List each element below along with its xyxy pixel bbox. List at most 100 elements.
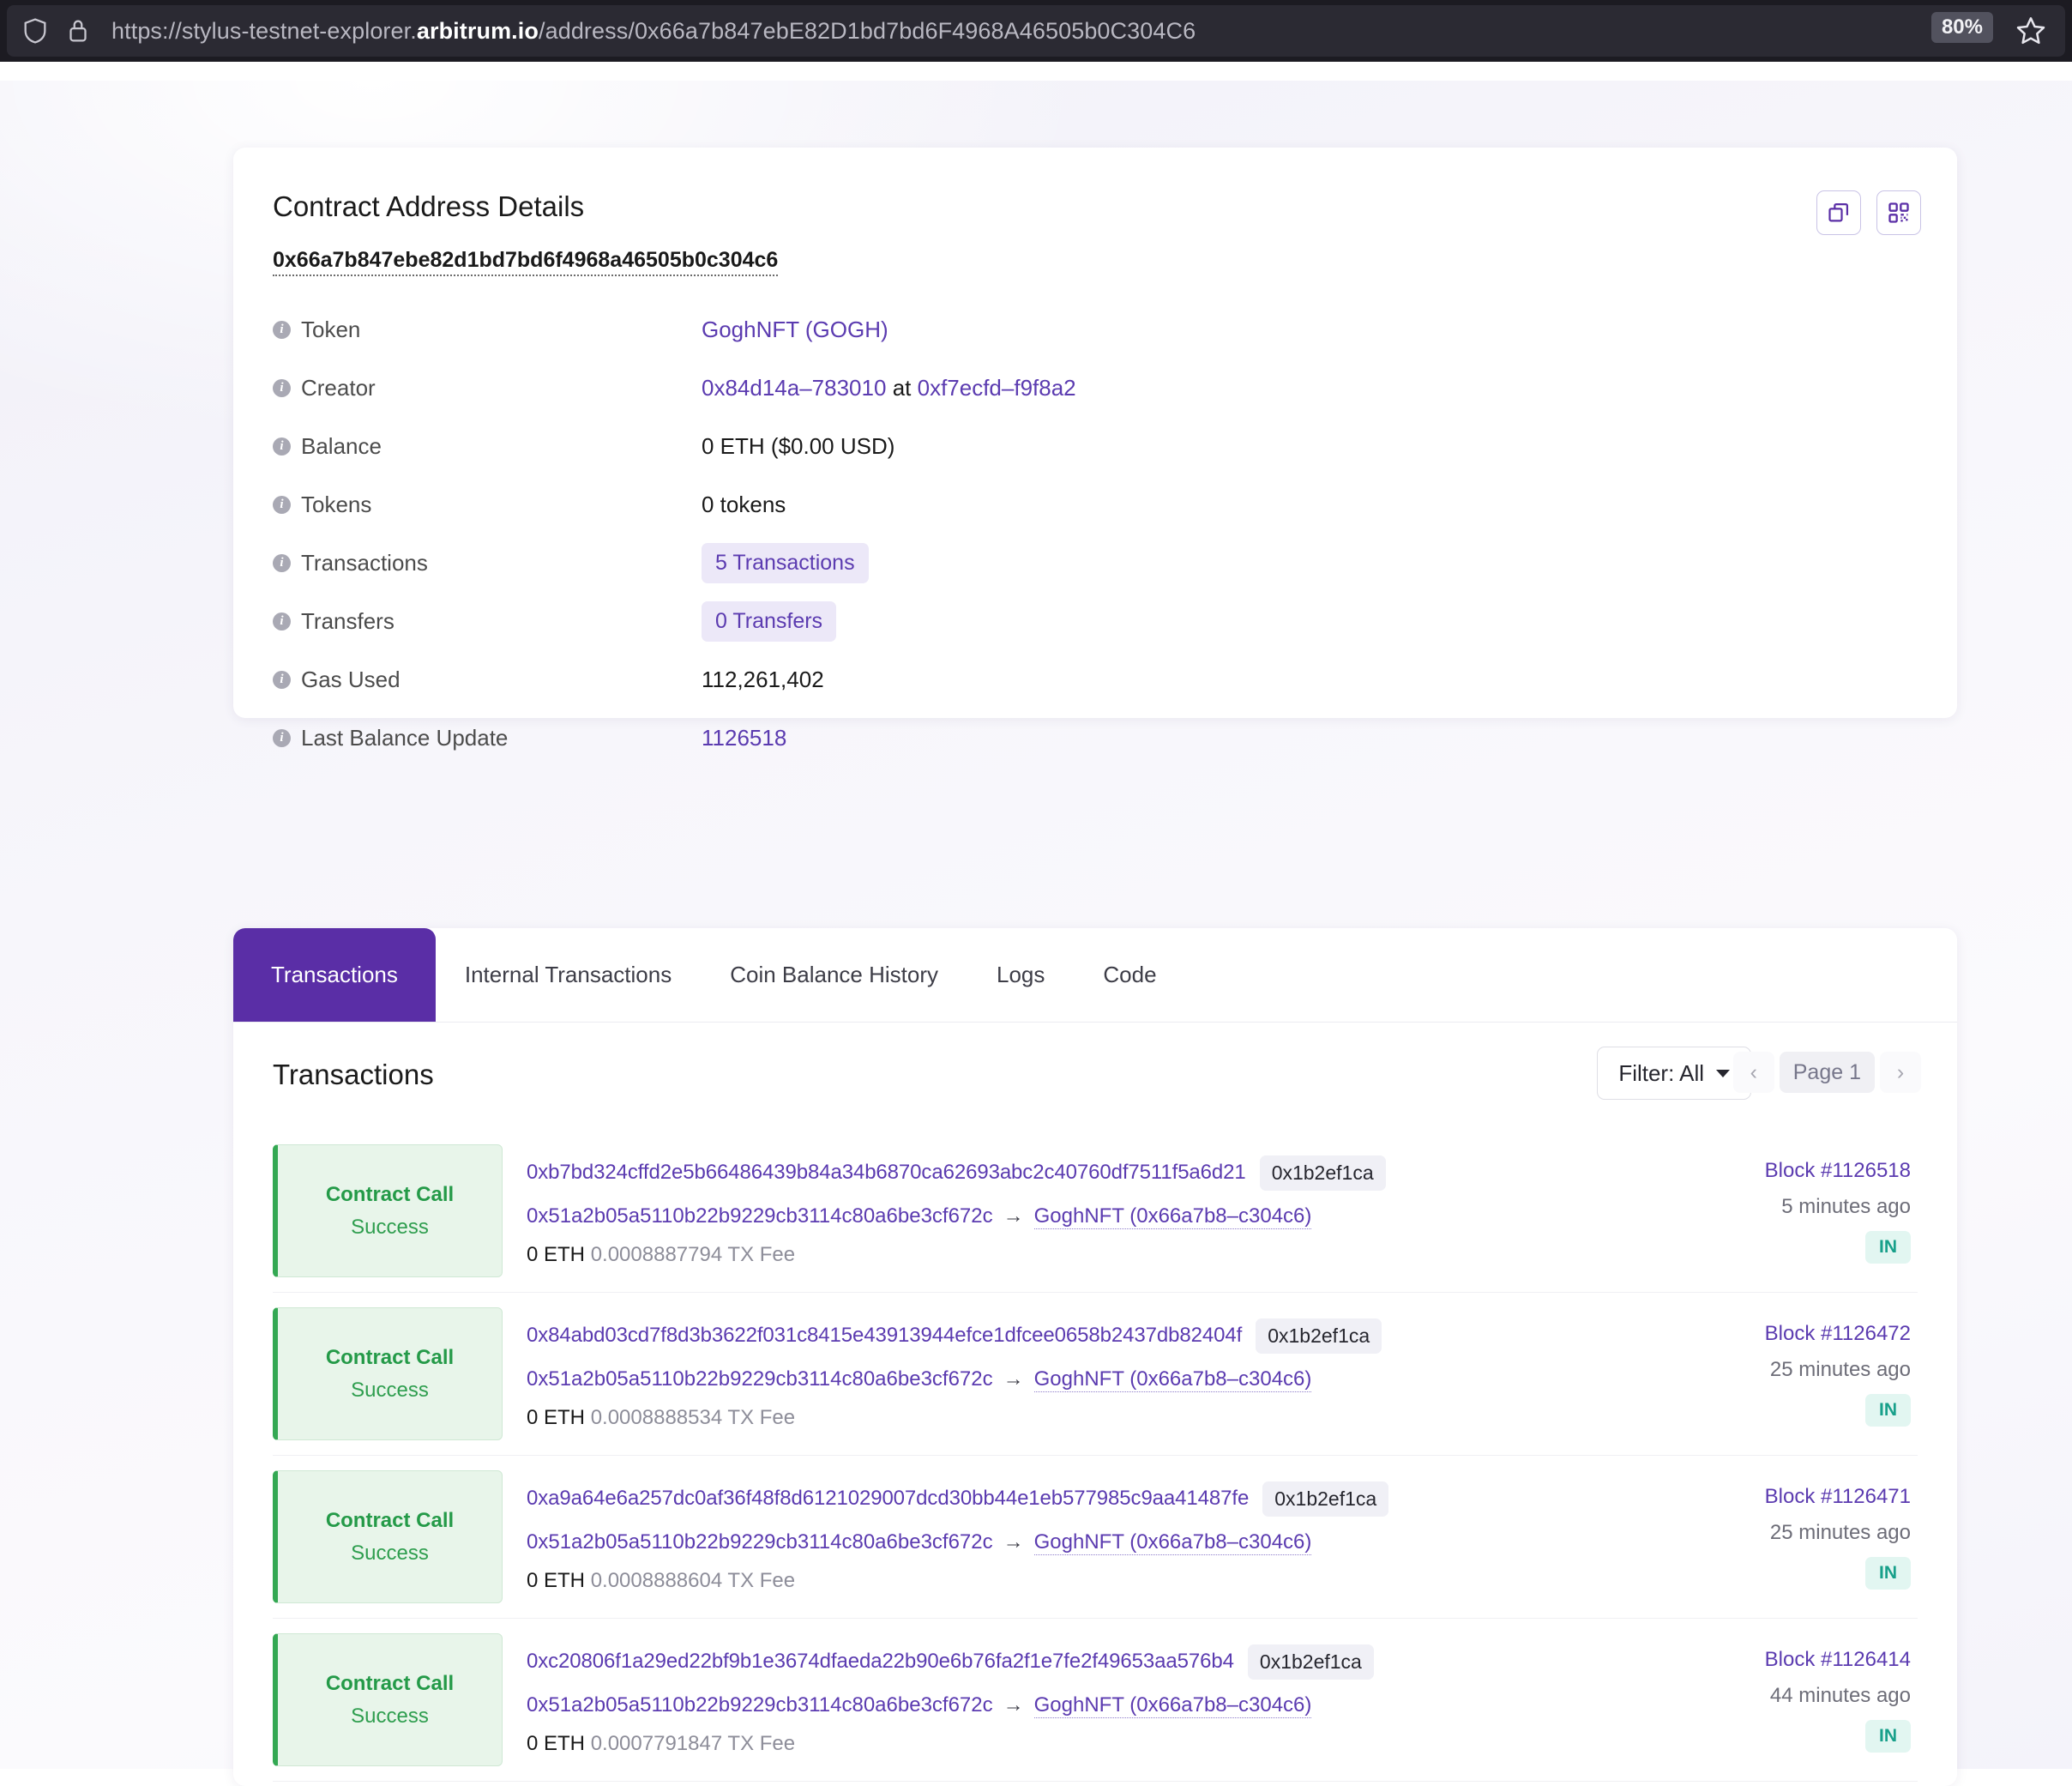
tx-block-link[interactable]: Block #1126472 bbox=[1635, 1322, 1911, 1346]
status-badge: Contract Call Success bbox=[273, 1144, 503, 1277]
tx-hash-line: 0x84abd03cd7f8d3b3622f031c8415e43913944e… bbox=[527, 1318, 1635, 1354]
tx-details: 0xc20806f1a29ed22bf9b1e3674dfaeda22b90e6… bbox=[503, 1644, 1635, 1756]
qr-code-button[interactable] bbox=[1876, 190, 1921, 235]
browser-toolbar: https://stylus-testnet-explorer.arbitrum… bbox=[0, 0, 2072, 62]
detail-value: 0 Transfers bbox=[702, 600, 837, 642]
tx-method-badge[interactable]: 0x1b2ef1ca bbox=[1247, 1644, 1374, 1680]
tx-hash-link[interactable]: 0x84abd03cd7f8d3b3622f031c8415e43913944e… bbox=[527, 1324, 1242, 1348]
contract-address-value[interactable]: 0x66a7b847ebe82d1bd7bd6f4968a46505b0c304… bbox=[273, 248, 779, 276]
detail-label: i Creator bbox=[273, 375, 702, 401]
tx-type-label: Contract Call bbox=[325, 1508, 455, 1532]
table-row[interactable]: Contract Call Success 0x9f682558674876c9… bbox=[273, 1782, 1918, 1786]
info-icon[interactable]: i bbox=[273, 670, 291, 689]
filter-dropdown[interactable]: Filter: All bbox=[1597, 1047, 1751, 1100]
transfers-count-badge[interactable]: 0 Transfers bbox=[702, 600, 837, 642]
tokens-value: 0 tokens bbox=[702, 491, 786, 517]
tx-value: 0 ETH bbox=[527, 1568, 586, 1592]
last-balance-update-link[interactable]: 1126518 bbox=[702, 725, 786, 751]
tx-method-badge[interactable]: 0x1b2ef1ca bbox=[1262, 1481, 1389, 1517]
info-icon[interactable]: i bbox=[273, 378, 291, 397]
tx-from-link[interactable]: 0x51a2b05a5110b22b9229cb3114c80a6be3cf67… bbox=[527, 1530, 993, 1554]
tab-logs[interactable]: Logs bbox=[967, 928, 1074, 1022]
transactions-header: Transactions Filter: All ‹ Page 1 › bbox=[233, 1023, 1957, 1130]
status-badge: Contract Call Success bbox=[273, 1470, 503, 1603]
tx-hash-link[interactable]: 0xa9a64e6a257dc0af36f48f8d6121029007dcd3… bbox=[527, 1487, 1249, 1511]
tx-age: 25 minutes ago bbox=[1769, 1357, 1911, 1381]
info-icon[interactable]: i bbox=[273, 553, 291, 572]
tx-age: 25 minutes ago bbox=[1769, 1520, 1911, 1544]
tx-to-link[interactable]: GoghNFT (0x66a7b8–c304c6) bbox=[1033, 1367, 1312, 1392]
tab-internal-transactions[interactable]: Internal Transactions bbox=[436, 928, 701, 1022]
tx-from-link[interactable]: 0x51a2b05a5110b22b9229cb3114c80a6be3cf67… bbox=[527, 1693, 993, 1717]
tx-hash-line: 0xa9a64e6a257dc0af36f48f8d6121029007dcd3… bbox=[527, 1481, 1635, 1517]
table-row[interactable]: Contract Call Success 0x84abd03cd7f8d3b3… bbox=[273, 1293, 1918, 1456]
tab-code[interactable]: Code bbox=[1074, 928, 1185, 1022]
current-page-indicator[interactable]: Page 1 bbox=[1779, 1052, 1875, 1093]
tx-hash-link[interactable]: 0xb7bd324cffd2e5b66486439b84a34b6870ca62… bbox=[527, 1161, 1246, 1185]
star-icon[interactable] bbox=[2014, 14, 2048, 48]
tx-from-link[interactable]: 0x51a2b05a5110b22b9229cb3114c80a6be3cf67… bbox=[527, 1204, 993, 1228]
filter-label: Filter: All bbox=[1618, 1059, 1704, 1086]
tx-value-fee-line: 0 ETH 0.0008887794 TX Fee bbox=[527, 1243, 1635, 1267]
tx-value-fee-line: 0 ETH 0.0008888534 TX Fee bbox=[527, 1406, 1635, 1430]
info-icon[interactable]: i bbox=[273, 495, 291, 514]
detail-label-text: Transfers bbox=[301, 607, 395, 634]
shield-icon[interactable] bbox=[21, 16, 50, 45]
table-row[interactable]: Contract Call Success 0xb7bd324cffd2e5b6… bbox=[273, 1130, 1918, 1293]
info-icon[interactable]: i bbox=[273, 728, 291, 747]
arrow-right-icon: → bbox=[1003, 1367, 1024, 1391]
tx-type-label: Contract Call bbox=[325, 1671, 455, 1695]
url-host: arbitrum.io bbox=[416, 17, 539, 44]
tx-fee: 0.0008888604 TX Fee bbox=[590, 1568, 796, 1592]
table-row[interactable]: Contract Call Success 0xa9a64e6a257dc0af… bbox=[273, 1456, 1918, 1619]
tx-method-badge[interactable]: 0x1b2ef1ca bbox=[1259, 1155, 1386, 1191]
tx-from-link[interactable]: 0x51a2b05a5110b22b9229cb3114c80a6be3cf67… bbox=[527, 1367, 993, 1391]
tab-transactions[interactable]: Transactions bbox=[233, 928, 436, 1022]
tx-to-link[interactable]: GoghNFT (0x66a7b8–c304c6) bbox=[1033, 1530, 1312, 1555]
tab-coin-balance-history[interactable]: Coin Balance History bbox=[701, 928, 967, 1022]
info-icon[interactable]: i bbox=[273, 437, 291, 456]
prev-page-button[interactable]: ‹ bbox=[1732, 1052, 1774, 1093]
detail-row-last-balance-update: i Last Balance Update 1126518 bbox=[273, 709, 1902, 767]
tx-direction-badge: IN bbox=[1865, 1719, 1911, 1753]
transactions-count-badge[interactable]: 5 Transactions bbox=[702, 542, 869, 583]
table-row[interactable]: Contract Call Success 0xc20806f1a29ed22b… bbox=[273, 1619, 1918, 1782]
info-icon[interactable]: i bbox=[273, 320, 291, 339]
tx-parties-line: 0x51a2b05a5110b22b9229cb3114c80a6be3cf67… bbox=[527, 1367, 1635, 1392]
url-path: /address/0x66a7b847ebE82D1bd7bd6F4968A46… bbox=[538, 17, 1196, 44]
tx-to-link[interactable]: GoghNFT (0x66a7b8–c304c6) bbox=[1033, 1204, 1312, 1229]
tx-method-badge[interactable]: 0x1b2ef1ca bbox=[1256, 1318, 1382, 1354]
info-icon[interactable]: i bbox=[273, 612, 291, 631]
tx-hash-line: 0xb7bd324cffd2e5b66486439b84a34b6870ca62… bbox=[527, 1155, 1635, 1191]
lock-icon[interactable] bbox=[67, 16, 89, 45]
tx-parties-line: 0x51a2b05a5110b22b9229cb3114c80a6be3cf67… bbox=[527, 1693, 1635, 1718]
tx-hash-link[interactable]: 0xc20806f1a29ed22bf9b1e3674dfaeda22b90e6… bbox=[527, 1650, 1234, 1674]
pagination: ‹ Page 1 › bbox=[1732, 1052, 1921, 1093]
tx-value-fee-line: 0 ETH 0.0008888604 TX Fee bbox=[527, 1569, 1635, 1593]
tx-type-label: Contract Call bbox=[325, 1182, 455, 1206]
creation-tx-link[interactable]: 0xf7ecfd–f9f8a2 bbox=[918, 375, 1076, 401]
tx-meta: Block #1126414 44 minutes ago IN bbox=[1635, 1648, 1918, 1753]
detail-label-text: Creator bbox=[301, 374, 376, 401]
creator-address-link[interactable]: 0x84d14a–783010 bbox=[702, 375, 886, 401]
detail-label: i Token bbox=[273, 317, 702, 343]
tx-fee: 0.0007791847 TX Fee bbox=[590, 1731, 796, 1755]
zoom-level-badge[interactable]: 80% bbox=[1930, 12, 1993, 43]
creator-at-text: at bbox=[892, 374, 912, 401]
qr-code-icon bbox=[1888, 202, 1909, 223]
tx-meta: Block #1126472 25 minutes ago IN bbox=[1635, 1322, 1918, 1427]
detail-label: i Last Balance Update bbox=[273, 725, 702, 751]
next-page-button[interactable]: › bbox=[1880, 1052, 1921, 1093]
tx-to-link[interactable]: GoghNFT (0x66a7b8–c304c6) bbox=[1033, 1693, 1312, 1718]
tx-value: 0 ETH bbox=[527, 1242, 586, 1266]
tx-status-label: Success bbox=[351, 1541, 429, 1565]
arrow-right-icon: → bbox=[1003, 1530, 1024, 1554]
copy-address-button[interactable] bbox=[1816, 190, 1861, 235]
token-link[interactable]: GoghNFT (GOGH) bbox=[702, 317, 888, 342]
tx-block-link[interactable]: Block #1126518 bbox=[1635, 1159, 1911, 1183]
tx-block-link[interactable]: Block #1126414 bbox=[1635, 1648, 1911, 1672]
url-text[interactable]: https://stylus-testnet-explorer.arbitrum… bbox=[111, 18, 1196, 45]
tx-block-link[interactable]: Block #1126471 bbox=[1635, 1485, 1911, 1509]
arrow-right-icon: → bbox=[1003, 1204, 1024, 1228]
tx-direction-badge: IN bbox=[1865, 1393, 1911, 1427]
